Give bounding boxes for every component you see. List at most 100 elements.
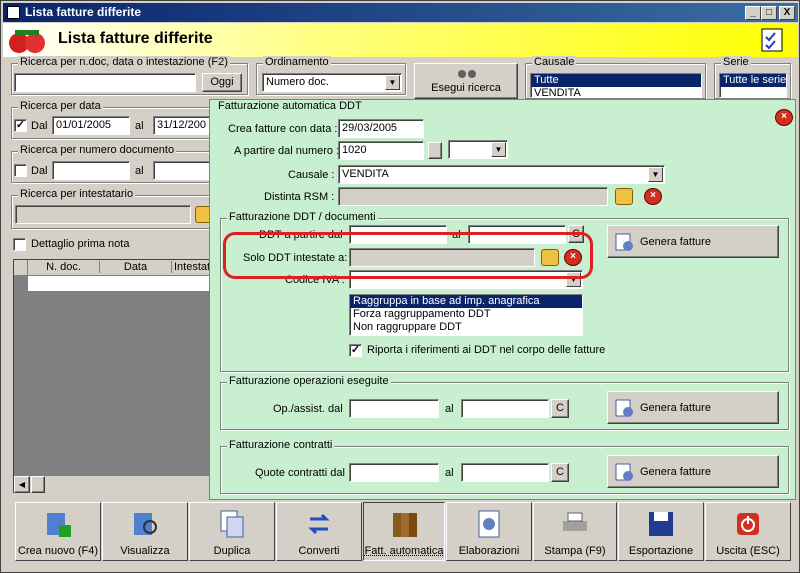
visualizza-button[interactable]: Visualizza <box>102 502 188 561</box>
raggruppamento-list[interactable]: Raggruppa in base ad imp. anagrafica For… <box>349 294 583 336</box>
minimize-button[interactable]: _ <box>745 6 761 20</box>
serie-legend: Serie <box>721 56 751 68</box>
serie-list[interactable]: Tutte le serie <box>719 73 787 98</box>
serie-select[interactable]: ▼ <box>448 140 508 159</box>
genera-contratti-button[interactable]: Genera fatture <box>607 455 779 488</box>
main-window: Lista fatture differite _ □ X Lista fatt… <box>0 0 800 573</box>
fatt-automatica-button[interactable]: Fatt. automatica <box>363 502 445 561</box>
num-dal-checkbox[interactable] <box>14 164 27 177</box>
elaborazioni-button[interactable]: Elaborazioni <box>446 502 532 561</box>
search-text-legend: Ricerca per n.doc, data o intestazione (… <box>18 56 230 68</box>
dal-checkbox[interactable]: ✓ <box>14 119 27 132</box>
number-spin-button[interactable] <box>428 142 442 159</box>
table-row[interactable] <box>28 276 214 291</box>
crea-nuovo-button[interactable]: Crea nuovo (F4) <box>15 502 101 561</box>
genera-ddt-button[interactable]: Genera fatture <box>607 225 779 258</box>
list-item[interactable]: VENDITA <box>531 87 701 97</box>
date-search-legend: Ricerca per data <box>18 100 103 112</box>
app-icon <box>7 6 20 19</box>
chevron-down-icon[interactable]: ▼ <box>648 167 663 182</box>
distinta-input[interactable] <box>338 187 608 206</box>
clear-icon[interactable]: × <box>644 188 662 205</box>
date-from-input[interactable]: 01/01/2005 <box>52 116 130 135</box>
al-label: al <box>135 120 144 132</box>
dialog-legend: Fatturazione automatica DDT <box>216 100 364 112</box>
intestatario-input[interactable] <box>15 205 191 224</box>
close-button[interactable]: X <box>779 6 795 20</box>
generate-icon <box>615 463 633 481</box>
num-from-input[interactable] <box>52 161 130 180</box>
search-text-group: Ricerca per n.doc, data o intestazione (… <box>11 56 248 95</box>
stampa-button[interactable]: Stampa (F9) <box>533 502 617 561</box>
dettaglio-checkbox[interactable] <box>13 238 26 251</box>
op-al-label: al <box>445 403 454 415</box>
uscita-button[interactable]: Uscita (ESC) <box>705 502 791 561</box>
window-title: Lista fatture differite <box>25 5 142 19</box>
genera-op-button[interactable]: Genera fatture <box>607 391 779 424</box>
crea-date-input[interactable]: 29/03/2005 <box>338 119 424 138</box>
ddt-legend: Fatturazione DDT / documenti <box>227 211 378 223</box>
contratti-from-input[interactable] <box>349 463 439 482</box>
chevron-down-icon[interactable]: ▼ <box>491 142 506 157</box>
causale-legend: Causale <box>532 56 577 68</box>
col-ndoc[interactable]: N. doc. <box>28 261 100 273</box>
contratti-to-input[interactable] <box>461 463 549 482</box>
date-search-group: Ricerca per data ✓ Dal 01/01/2005 al 31/… <box>11 100 211 139</box>
causale-select[interactable]: VENDITA ▼ <box>338 165 665 184</box>
op-to-input[interactable] <box>461 399 549 418</box>
contratti-legend: Fatturazione contratti <box>227 439 335 451</box>
duplicate-icon <box>220 510 244 538</box>
contratti-label: Quote contratti dal <box>255 467 345 479</box>
highlight-annotation <box>223 232 593 279</box>
contratti-al-label: al <box>445 467 454 479</box>
list-item[interactable]: Forza raggruppamento DDT <box>350 308 582 321</box>
num-al-label: al <box>135 165 144 177</box>
documents-grid[interactable]: N. doc. Data Intestatar ◀ <box>13 259 220 493</box>
converti-button[interactable]: Converti <box>276 502 362 561</box>
oggi-button[interactable]: Oggi <box>202 73 242 92</box>
col-data[interactable]: Data <box>100 261 172 273</box>
strawberry-icon <box>9 30 45 53</box>
list-item[interactable]: Tutte <box>531 74 701 87</box>
op-c-button[interactable]: C <box>551 399 569 418</box>
checklist-icon <box>761 28 783 52</box>
causale-list[interactable]: Tutte VENDITA <box>530 73 702 98</box>
horizontal-scrollbar[interactable]: ◀ <box>14 476 214 493</box>
dialog-close-icon[interactable]: × <box>775 109 793 126</box>
new-document-icon <box>47 513 71 537</box>
duplica-button[interactable]: Duplica <box>189 502 275 561</box>
scroll-thumb[interactable] <box>31 476 45 493</box>
intestatario-search-group: Ricerca per intestatario <box>11 188 213 229</box>
gear-icon <box>478 510 500 538</box>
date-to-input[interactable]: 31/12/200 <box>153 116 211 135</box>
toolbar-label: Stampa (F9) <box>544 545 606 557</box>
maximize-button[interactable]: □ <box>761 6 777 20</box>
contratti-c-button[interactable]: C <box>551 463 569 482</box>
scroll-left-icon[interactable]: ◀ <box>14 476 30 493</box>
chevron-down-icon[interactable]: ▼ <box>385 75 400 90</box>
title-bar: Lista fatture differite _ □ X <box>3 3 798 22</box>
num-to-input[interactable] <box>153 161 211 180</box>
view-icon <box>134 513 157 535</box>
genera-ddt-label: Genera fatture <box>640 236 711 248</box>
binoculars-icon <box>458 70 476 78</box>
operazioni-group: Fatturazione operazioni eseguite Op./ass… <box>220 375 789 430</box>
riporta-checkbox[interactable]: ✓ <box>349 344 362 357</box>
op-label: Op./assist. dal <box>273 403 343 415</box>
causale-value: VENDITA <box>342 168 389 180</box>
riporta-label: Riporta i riferimenti ai DDT nel corpo d… <box>367 344 606 356</box>
list-item[interactable]: Raggruppa in base ad imp. anagrafica <box>350 295 582 308</box>
list-item[interactable]: Non raggruppare DDT <box>350 321 582 334</box>
search-input[interactable] <box>14 73 196 92</box>
list-item[interactable]: Tutte le serie <box>720 74 786 87</box>
esportazione-button[interactable]: Esportazione <box>618 502 704 561</box>
op-from-input[interactable] <box>349 399 439 418</box>
generate-icon <box>615 233 633 251</box>
causale-label: Causale : <box>288 169 335 181</box>
ordinamento-value: Numero doc. <box>266 76 329 88</box>
partire-number-input[interactable]: 1020 <box>338 141 424 160</box>
printer-icon <box>563 512 587 531</box>
folder-icon[interactable] <box>615 188 633 205</box>
ordinamento-select[interactable]: Numero doc. ▼ <box>262 73 402 92</box>
esegui-ricerca-button[interactable]: Esegui ricerca <box>414 63 518 99</box>
